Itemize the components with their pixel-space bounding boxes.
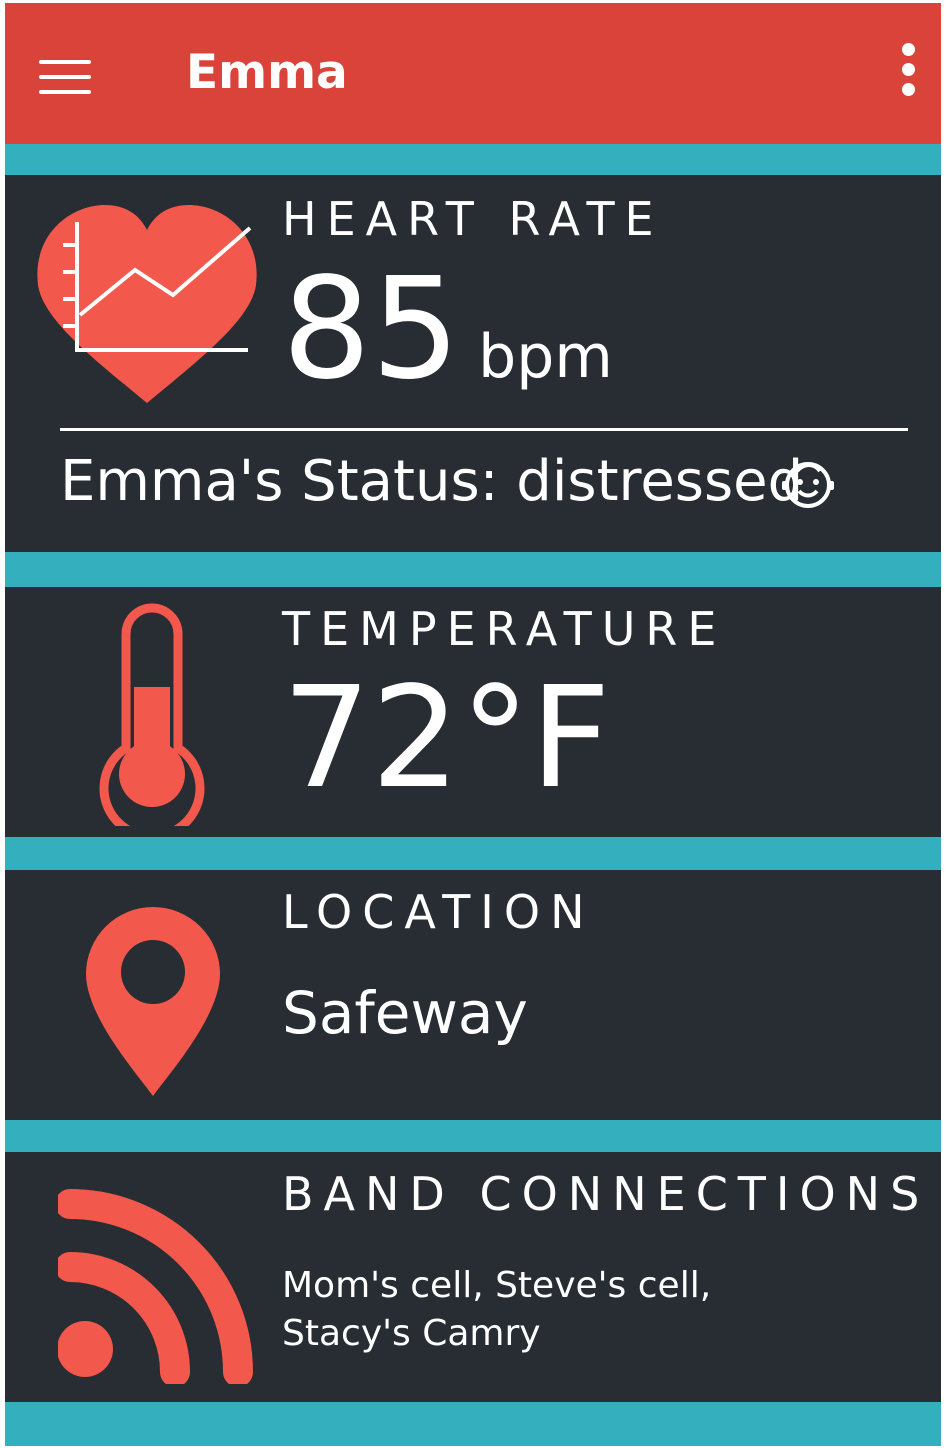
- app-screen: Emma HEART RATE 85 bpm Emma's Status: dis…: [5, 3, 941, 1446]
- band-connections-label: BAND CONNECTIONS: [282, 1167, 930, 1221]
- heart-rate-reading: 85 bpm: [282, 260, 613, 400]
- app-bar: Emma: [5, 3, 941, 144]
- page-title: Emma: [186, 45, 348, 100]
- location-value: Safeway: [282, 979, 528, 1047]
- location-label: LOCATION: [282, 885, 595, 939]
- band-connections-card[interactable]: BAND CONNECTIONS Mom's cell, Steve's cel…: [5, 1152, 941, 1402]
- status-text: Emma's Status: distressed: [60, 449, 804, 514]
- baby-face-icon: [782, 462, 834, 508]
- connections-line-2: Stacy's Camry: [282, 1313, 541, 1354]
- thermometer-icon: [99, 603, 205, 826]
- connections-line-1: Mom's cell, Steve's cell,: [282, 1265, 712, 1306]
- temperature-card[interactable]: TEMPERATURE 72°F: [5, 587, 941, 837]
- heart-rate-card[interactable]: HEART RATE 85 bpm Emma's Status: distress…: [5, 175, 941, 552]
- band-connections-list: Mom's cell, Steve's cell, Stacy's Camry: [282, 1262, 802, 1358]
- hamburger-menu-icon[interactable]: [39, 60, 91, 94]
- heart-rate-value: 85: [282, 248, 461, 411]
- temperature-value: 72°F: [282, 657, 611, 820]
- location-card[interactable]: LOCATION Safeway: [5, 870, 941, 1120]
- more-vertical-icon[interactable]: [893, 41, 923, 101]
- heart-chart-icon: [37, 205, 257, 403]
- rss-signal-icon: [58, 1189, 253, 1384]
- location-pin-icon: [86, 907, 220, 1096]
- heart-rate-unit: bpm: [478, 322, 613, 392]
- heart-rate-label: HEART RATE: [282, 192, 664, 246]
- divider: [60, 428, 908, 431]
- temperature-label: TEMPERATURE: [282, 602, 727, 656]
